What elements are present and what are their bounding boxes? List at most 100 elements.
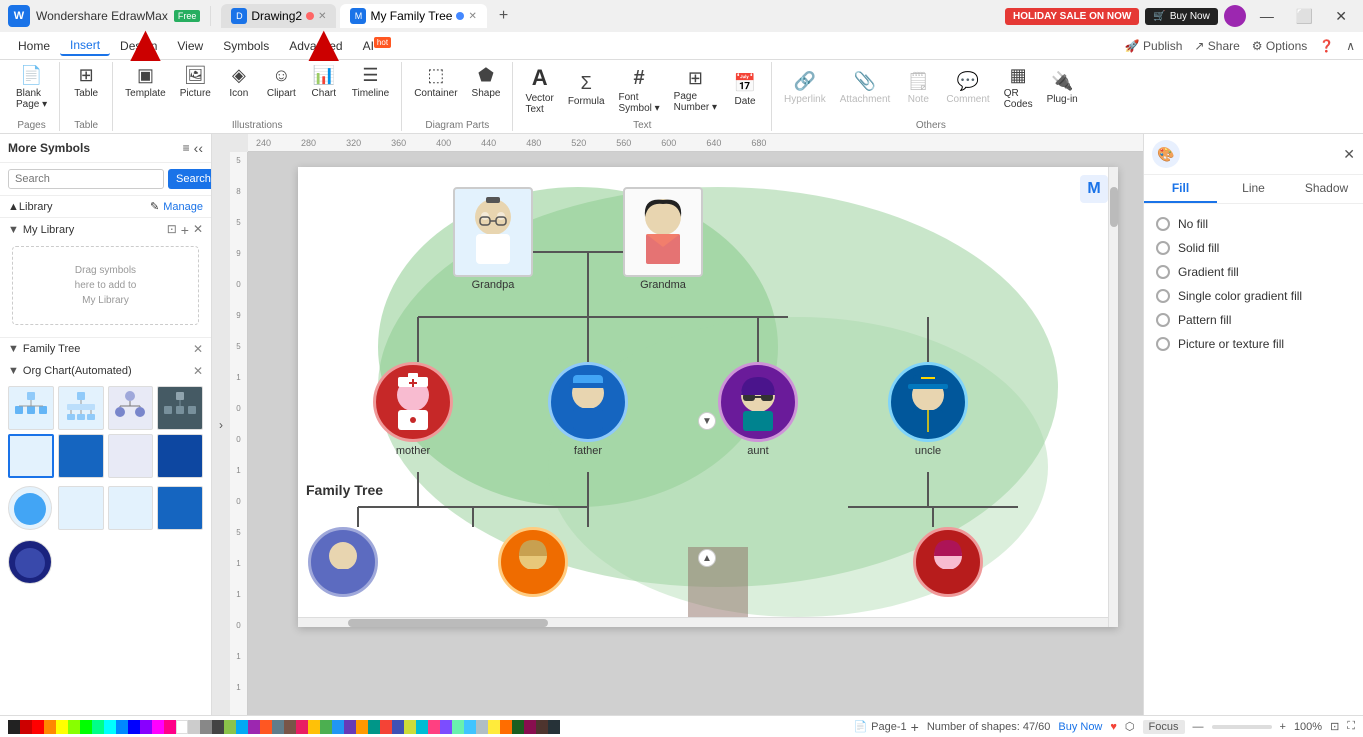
help-btn[interactable]: ❓ xyxy=(1319,39,1334,53)
new-tab-btn[interactable]: + xyxy=(491,5,516,27)
zoom-slider[interactable] xyxy=(1212,725,1272,729)
color-cell-orange[interactable] xyxy=(44,720,56,734)
color-cell-yellow[interactable] xyxy=(56,720,68,734)
close-btn[interactable]: ✕ xyxy=(1327,8,1355,25)
close-tab-drawing2[interactable]: ✕ xyxy=(318,11,326,22)
shape-btn[interactable]: ⬟ Shape xyxy=(466,62,507,102)
formula-btn[interactable]: Σ Formula xyxy=(562,62,611,118)
template-thumb-9[interactable] xyxy=(8,486,52,530)
no-fill-option[interactable]: No fill xyxy=(1152,212,1355,236)
template-thumb-3[interactable] xyxy=(108,386,154,430)
color-cell-black[interactable] xyxy=(8,720,20,734)
aunt-card[interactable]: aunt xyxy=(718,362,798,457)
close-tab-family-tree[interactable]: ✕ xyxy=(468,11,476,22)
manage-link[interactable]: Manage xyxy=(163,201,203,213)
template-thumb-7[interactable] xyxy=(108,434,154,478)
publish-btn[interactable]: 🚀 Publish xyxy=(1125,39,1183,53)
canvas-content[interactable]: M xyxy=(248,152,1143,715)
tab-family-tree[interactable]: M My Family Tree ✕ xyxy=(340,4,486,28)
holiday-sale-btn[interactable]: HOLIDAY SALE ON NOW xyxy=(1005,8,1139,25)
attachment-btn[interactable]: 📎 Attachment xyxy=(834,62,897,113)
gradient-fill-option[interactable]: Gradient fill xyxy=(1152,260,1355,284)
plug-in-btn[interactable]: 🔌 Plug-in xyxy=(1041,62,1084,113)
template-thumb-2[interactable] xyxy=(58,386,104,430)
template-thumb-6[interactable] xyxy=(58,434,104,478)
minimize-btn[interactable]: — xyxy=(1252,8,1282,24)
solid-fill-option[interactable]: Solid fill xyxy=(1152,236,1355,260)
search-input[interactable] xyxy=(8,169,164,189)
shadow-tab[interactable]: Shadow xyxy=(1290,175,1363,203)
search-button[interactable]: Search xyxy=(168,169,212,189)
template-thumb-10[interactable] xyxy=(58,486,104,530)
uncle-card[interactable]: uncle xyxy=(888,362,968,457)
single-color-gradient-option[interactable]: Single color gradient fill xyxy=(1152,284,1355,308)
sidebar-collapse-btn[interactable]: ‹‹ xyxy=(194,140,203,156)
picture-btn[interactable]: 🖼 Picture xyxy=(174,62,217,102)
blank-page-btn[interactable]: 📄 BlankPage ▾ xyxy=(10,62,53,113)
color-cell-skyblue[interactable] xyxy=(116,720,128,734)
pattern-fill-option[interactable]: Pattern fill xyxy=(1152,308,1355,332)
vertical-scrollbar[interactable] xyxy=(1108,167,1118,627)
collapse-btn-1[interactable]: ▼ xyxy=(698,412,716,430)
my-library-add-btn[interactable]: + xyxy=(181,222,189,238)
color-cell-darkred[interactable] xyxy=(20,720,32,734)
org-chart-section[interactable]: ▼ Org Chart(Automated) ✕ xyxy=(0,360,211,382)
format-icon-btn[interactable]: 🎨 xyxy=(1152,140,1180,168)
color-cell-white[interactable] xyxy=(176,720,188,734)
color-cell-gray[interactable] xyxy=(200,720,212,734)
template-thumb-1[interactable] xyxy=(8,386,54,430)
grandpa-card[interactable]: Grandpa xyxy=(453,187,533,291)
grandma-card[interactable]: Grandma xyxy=(623,187,703,291)
collapse-btn-2[interactable]: ▲ xyxy=(698,549,716,567)
hyperlink-btn[interactable]: 🔗 Hyperlink xyxy=(778,62,832,113)
menu-advanced[interactable]: Advanced xyxy=(279,37,352,55)
fill-tab[interactable]: Fill xyxy=(1144,175,1217,203)
fit-page-btn[interactable]: ⊡ xyxy=(1330,720,1339,733)
nav-expand-btn[interactable]: › xyxy=(212,134,230,715)
chart-btn[interactable]: 📊 Chart ▲ xyxy=(304,62,344,102)
menu-home[interactable]: Home xyxy=(8,37,60,55)
color-cell-purple[interactable] xyxy=(140,720,152,734)
horizontal-scrollbar[interactable] xyxy=(298,617,1108,627)
my-library-close-btn[interactable]: ✕ xyxy=(193,222,203,238)
page-indicator[interactable]: 📄 Page-1 + xyxy=(853,719,918,735)
color-cell-lime[interactable] xyxy=(68,720,80,734)
color-cell-lightgray[interactable] xyxy=(188,720,200,734)
color-cell-pink[interactable] xyxy=(164,720,176,734)
color-cell-red[interactable] xyxy=(32,720,44,734)
menu-symbols[interactable]: Symbols xyxy=(213,37,279,55)
father-card[interactable]: father xyxy=(548,362,628,457)
template-thumb-13[interactable] xyxy=(8,540,52,584)
color-cell-cyan[interactable] xyxy=(104,720,116,734)
note-btn[interactable]: 🗒 Note xyxy=(898,62,938,113)
tab-drawing2[interactable]: D Drawing2 ✕ xyxy=(221,4,336,28)
template-thumb-5[interactable] xyxy=(8,434,54,478)
timeline-btn[interactable]: ☰ Timeline xyxy=(346,62,395,102)
user-avatar[interactable] xyxy=(1224,5,1246,27)
color-cell-blue[interactable] xyxy=(128,720,140,734)
container-btn[interactable]: ⬚ Container xyxy=(408,62,463,102)
share-btn[interactable]: ↗ Share xyxy=(1194,39,1239,53)
template-thumb-12[interactable] xyxy=(157,486,203,530)
canvas-area[interactable]: 240 280 320 360 400 440 480 520 560 600 … xyxy=(230,134,1143,715)
table-btn[interactable]: ⊞ Table xyxy=(66,62,106,102)
focus-btn[interactable]: Focus xyxy=(1143,720,1185,734)
right-panel-close-btn[interactable]: ✕ xyxy=(1343,146,1355,163)
menu-ai[interactable]: AIhot xyxy=(353,36,401,55)
page-settings-icon[interactable]: ⬡ xyxy=(1125,720,1135,733)
canvas-page[interactable]: M xyxy=(298,167,1118,627)
zoom-in-btn[interactable]: + xyxy=(1280,721,1286,733)
color-cell-green[interactable] xyxy=(80,720,92,734)
fullscreen-btn[interactable]: ⛶ xyxy=(1347,720,1355,733)
comment-btn[interactable]: 💬 Comment xyxy=(940,62,995,113)
page-number-btn[interactable]: ⊞ PageNumber ▾ xyxy=(668,62,723,118)
maximize-btn[interactable]: ⬜ xyxy=(1288,8,1321,25)
menu-view[interactable]: View xyxy=(167,37,213,55)
family-tree-close[interactable]: ✕ xyxy=(193,342,203,356)
sidebar-expand-icon[interactable]: ≡ xyxy=(183,141,190,155)
child1-card[interactable] xyxy=(308,527,378,597)
template-thumb-11[interactable] xyxy=(108,486,154,530)
template-thumb-8[interactable] xyxy=(157,434,203,478)
my-library-expand-btn[interactable]: ⊡ xyxy=(167,222,177,238)
color-cell-darkgray[interactable] xyxy=(212,720,224,734)
